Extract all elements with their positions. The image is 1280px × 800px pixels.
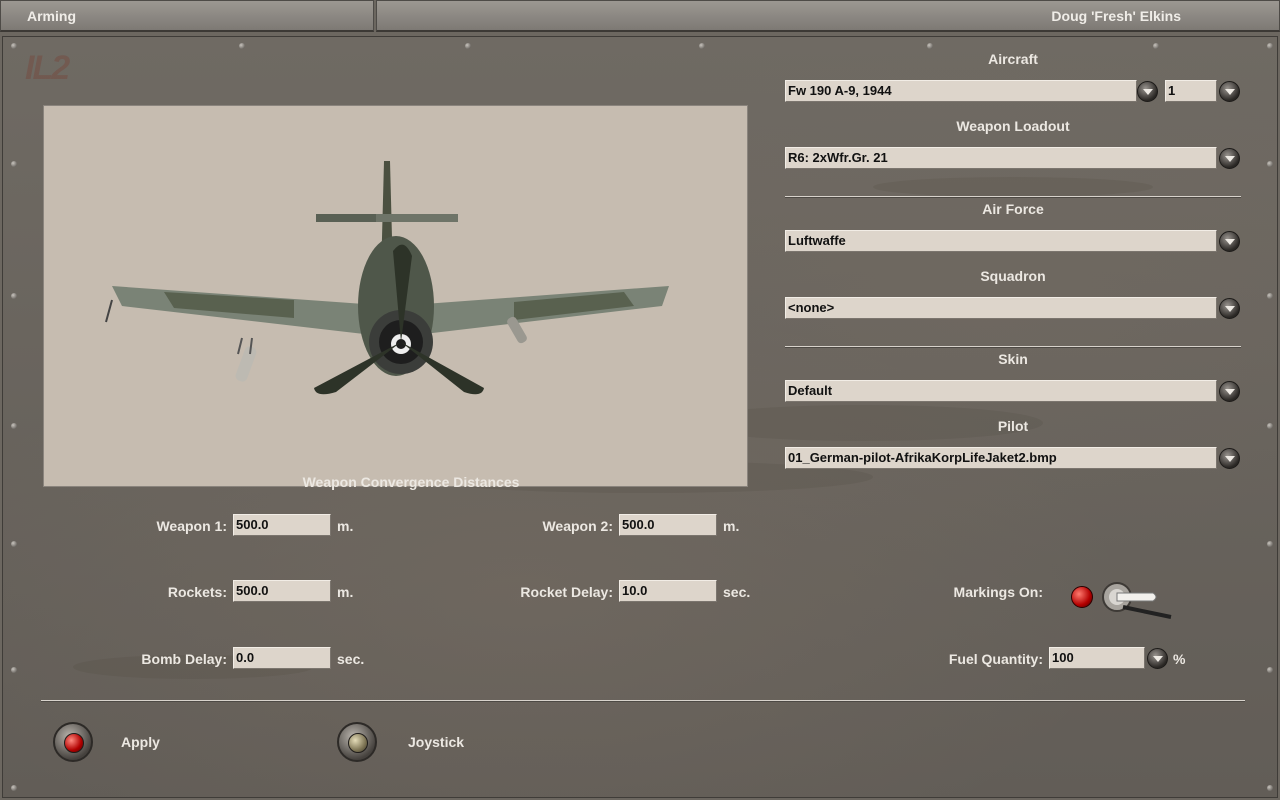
red-led-icon — [1071, 586, 1093, 608]
weapon-loadout-label: Weapon Loadout — [956, 118, 1070, 134]
air-force-dropdown-icon[interactable] — [1219, 231, 1240, 252]
aircraft-dropdown-icon[interactable] — [1137, 81, 1158, 102]
pilot-select[interactable]: 01_German-pilot-AfrikaKorpLifeJaket2.bmp — [785, 447, 1217, 469]
markings-label: Markings On: — [953, 584, 1043, 600]
air-force-label: Air Force — [982, 201, 1044, 217]
weapon1-input[interactable]: 500.0 — [233, 514, 331, 536]
fuel-dropdown-icon[interactable] — [1147, 648, 1168, 669]
toggle-switch-icon[interactable] — [1101, 579, 1175, 619]
rockets-input[interactable]: 500.0 — [233, 580, 331, 602]
skin-select[interactable]: Default — [785, 380, 1217, 402]
weapon1-label: Weapon 1: — [156, 518, 227, 534]
window-title: Arming — [0, 0, 374, 32]
air-force-select[interactable]: Luftwaffe — [785, 230, 1217, 252]
led-off-icon — [348, 733, 368, 753]
aircraft-label: Aircraft — [988, 51, 1038, 67]
rocket-delay-input[interactable]: 10.0 — [619, 580, 717, 602]
player-name: Doug 'Fresh' Elkins — [376, 0, 1280, 32]
apply-button[interactable] — [53, 722, 93, 762]
fuel-unit: % — [1173, 651, 1186, 667]
red-led-icon — [64, 733, 84, 753]
weapon2-input[interactable]: 500.0 — [619, 514, 717, 536]
bomb-delay-input[interactable]: 0.0 — [233, 647, 331, 669]
fuel-quantity-select[interactable]: 100 — [1049, 647, 1145, 669]
weapon-loadout-select[interactable]: R6: 2xWfr.Gr. 21 — [785, 147, 1217, 169]
fuel-quantity-label: Fuel Quantity: — [948, 651, 1043, 667]
pilot-dropdown-icon[interactable] — [1219, 448, 1240, 469]
weapon2-label: Weapon 2: — [542, 518, 613, 534]
skin-label: Skin — [998, 351, 1028, 367]
divider — [785, 346, 1241, 348]
aircraft-select[interactable]: Fw 190 A-9, 1944 — [785, 80, 1137, 102]
aircraft-count-field[interactable]: 1 — [1165, 80, 1217, 102]
aircraft-preview-image — [105, 161, 669, 395]
bomb-delay-label: Bomb Delay: — [141, 651, 227, 667]
divider — [41, 700, 1245, 702]
convergence-title: Weapon Convergence Distances — [302, 474, 520, 490]
rocket-delay-unit: sec. — [723, 584, 751, 600]
joystick-button[interactable] — [337, 722, 377, 762]
bomb-delay-unit: sec. — [337, 651, 365, 667]
arming-panel: IL2 Aircraft Fw 190 A-9, 1944 1 Weapon L… — [2, 36, 1278, 798]
skin-dropdown-icon[interactable] — [1219, 381, 1240, 402]
aircraft-count-dropdown-icon[interactable] — [1219, 81, 1240, 102]
squadron-select[interactable]: <none> — [785, 297, 1217, 319]
squadron-label: Squadron — [980, 268, 1046, 284]
joystick-label[interactable]: Joystick — [408, 734, 464, 750]
weapon2-unit: m. — [723, 518, 740, 534]
rockets-unit: m. — [337, 584, 354, 600]
pilot-label: Pilot — [997, 418, 1029, 434]
aircraft-preview[interactable] — [43, 105, 748, 487]
weapon1-unit: m. — [337, 518, 354, 534]
weapon-loadout-dropdown-icon[interactable] — [1219, 148, 1240, 169]
divider — [785, 196, 1241, 198]
rockets-label: Rockets: — [167, 584, 227, 600]
apply-label[interactable]: Apply — [121, 734, 160, 750]
squadron-dropdown-icon[interactable] — [1219, 298, 1240, 319]
rocket-delay-label: Rocket Delay: — [520, 584, 613, 600]
